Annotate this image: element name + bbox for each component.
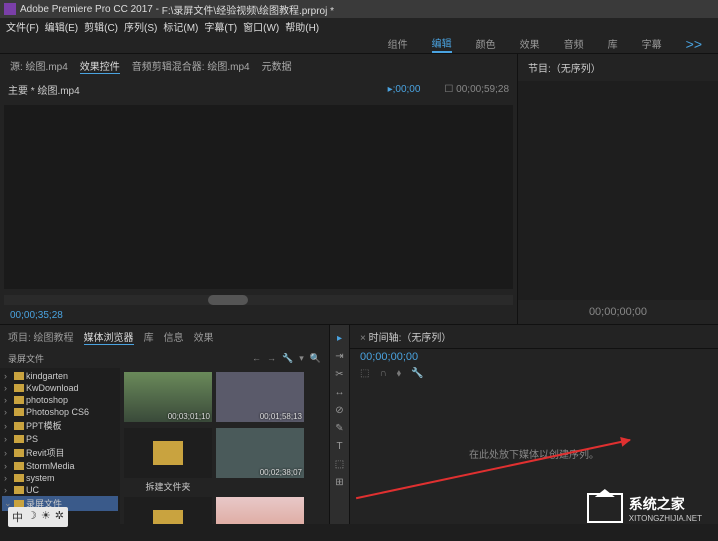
snap-icon[interactable]: ⬚ [360, 368, 369, 379]
folder-item[interactable]: ›PS [2, 433, 118, 445]
ime-bar[interactable]: 中 ☽ ☀ ✲ [8, 507, 68, 527]
media-thumb-folder[interactable]: 经验视频 [124, 497, 212, 524]
link-icon[interactable]: ∩ [379, 368, 386, 379]
folder-item[interactable]: ›Photoshop CS6 [2, 406, 118, 418]
media-thumb[interactable]: 00;03;01;10 [124, 372, 212, 424]
folder-item[interactable]: ›Revit项目 [2, 445, 118, 460]
ws-tab-assembly[interactable]: 组件 [388, 36, 408, 51]
ws-tab-audio[interactable]: 音频 [564, 36, 584, 51]
track-select-tool[interactable]: ⇥ [333, 349, 347, 363]
menu-title[interactable]: 字幕(T) [204, 19, 237, 34]
pen-tool[interactable]: T [333, 439, 347, 453]
project-toolbar: 录屏文件 ← → 🔧 ▾ 🔍 [0, 349, 329, 368]
project-panel: 项目: 绘图教程 媒体浏览器 库 信息 效果 录屏文件 ← → 🔧 ▾ 🔍 ›k… [0, 325, 330, 524]
filter-icon[interactable]: ▾ [299, 353, 304, 364]
scrollbar-horizontal[interactable] [4, 295, 513, 305]
program-title: 节目:（无序列） [518, 54, 718, 81]
back-icon[interactable]: ← [252, 353, 261, 364]
watermark-title: 系统之家 [629, 496, 685, 512]
watermark-icon [587, 493, 623, 523]
marker-icon[interactable]: ⬧ [397, 368, 402, 379]
program-timecode: 00;00;00;00 [518, 300, 718, 324]
titlebar: Adobe Premiere Pro CC 2017 - F:\录屏文件\经验视… [0, 0, 718, 18]
media-thumb-folder[interactable]: 拆建文件夹 [124, 428, 212, 493]
ime-sun-icon[interactable]: ☀ [41, 509, 51, 525]
titlebar-app: Adobe Premiere Pro CC 2017 [20, 4, 153, 15]
ws-tab-effects[interactable]: 效果 [520, 36, 540, 51]
tab-fx[interactable]: 效果 [194, 329, 214, 345]
selection-tool[interactable]: ▸ [333, 331, 347, 345]
watermark-sub: XITONGZHIJIA.NET [629, 514, 702, 523]
ws-tab-titles[interactable]: 字幕 [642, 36, 662, 51]
tab-audio-mixer[interactable]: 音频剪辑混合器: 绘图.mp4 [132, 58, 250, 74]
timeline-timecode: 00;00;00;00 [350, 349, 718, 365]
wrench-icon[interactable]: 🔧 [411, 368, 423, 379]
folder-item[interactable]: ›kindgarten [2, 370, 118, 382]
ripple-tool[interactable]: ✂ [333, 367, 347, 381]
breadcrumb[interactable]: 录屏文件 [8, 352, 44, 365]
ws-more[interactable]: >> [686, 36, 702, 52]
menu-window[interactable]: 窗口(W) [243, 19, 279, 34]
workspace-tabs: 组件 编辑 颜色 效果 音频 库 字幕 >> [0, 34, 718, 54]
source-header: 主要 * 绘图.mp4 ▸;00;00 ☐ 00;00;59;28 [0, 78, 517, 101]
thumbnail-grid: 00;03;01;10 00;01;58;13 拆建文件夹 00;02;38;0… [120, 368, 329, 524]
search-icon[interactable]: 🔍 [310, 353, 321, 364]
program-panel: 节目:（无序列） 00;00;00;00 [518, 54, 718, 324]
folder-item[interactable]: ›UC [2, 484, 118, 496]
menu-file[interactable]: 文件(F) [6, 19, 39, 34]
ruler-start: ▸;00;00 [388, 84, 421, 95]
timeline-title: 时间轴:（无序列） [369, 333, 452, 344]
program-monitor[interactable] [518, 81, 718, 300]
fwd-icon[interactable]: → [267, 353, 276, 364]
ws-tab-editing[interactable]: 编辑 [432, 35, 452, 53]
menu-clip[interactable]: 剪辑(C) [84, 19, 118, 34]
folder-item[interactable]: ›photoshop [2, 394, 118, 406]
zoom-tool[interactable]: ⊞ [333, 475, 347, 489]
tab-project[interactable]: 项目: 绘图教程 [8, 329, 74, 345]
tools-panel: ▸ ⇥ ✂ ↔ ⊘ ✎ T ⬚ ⊞ [330, 325, 350, 524]
media-thumb[interactable]: 00;01;32;14 [216, 497, 304, 524]
folder-tree[interactable]: ›kindgarten ›KwDownload ›photoshop ›Phot… [0, 368, 120, 524]
effect-controls-body[interactable] [4, 105, 513, 289]
folder-item[interactable]: ›StormMedia [2, 460, 118, 472]
ws-tab-library[interactable]: 库 [608, 36, 618, 51]
ime-gear-icon[interactable]: ✲ [55, 509, 64, 525]
tab-media-browser[interactable]: 媒体浏览器 [84, 329, 134, 345]
source-panel: 源: 绘图.mp4 效果控件 音频剪辑混合器: 绘图.mp4 元数据 主要 * … [0, 54, 518, 324]
menu-edit[interactable]: 编辑(E) [45, 19, 78, 34]
ime-ch[interactable]: 中 [12, 509, 23, 525]
timeline-toolbar: ⬚ ∩ ⬧ 🔧 [350, 365, 718, 382]
titlebar-path: F:\录屏文件\经验视频\绘图教程.prproj * [162, 2, 334, 17]
hand-tool[interactable]: ⬚ [333, 457, 347, 471]
project-tabs: 项目: 绘图教程 媒体浏览器 库 信息 效果 [0, 325, 329, 349]
app-icon [4, 3, 16, 15]
media-thumb[interactable]: 00;01;58;13 [216, 372, 304, 424]
menubar: 文件(F) 编辑(E) 剪辑(C) 序列(S) 标记(M) 字幕(T) 窗口(W… [0, 18, 718, 34]
folder-item[interactable]: ›PPT模板 [2, 418, 118, 433]
tab-effect-controls[interactable]: 效果控件 [80, 58, 120, 74]
menu-sequence[interactable]: 序列(S) [124, 19, 157, 34]
source-tabs: 源: 绘图.mp4 效果控件 音频剪辑混合器: 绘图.mp4 元数据 [0, 54, 517, 78]
tab-source[interactable]: 源: 绘图.mp4 [10, 58, 68, 74]
rate-tool[interactable]: ↔ [333, 385, 347, 399]
menu-help[interactable]: 帮助(H) [285, 19, 319, 34]
folder-item[interactable]: ›system [2, 472, 118, 484]
source-clip-name: 主要 * 绘图.mp4 [8, 82, 80, 97]
watermark: 系统之家 XITONGZHIJIA.NET [587, 493, 702, 523]
razor-tool[interactable]: ⊘ [333, 403, 347, 417]
tab-info[interactable]: 信息 [164, 329, 184, 345]
ime-moon-icon[interactable]: ☽ [27, 509, 37, 525]
menu-marker[interactable]: 标记(M) [163, 19, 198, 34]
media-thumb[interactable]: 00;02;38;07 [216, 428, 304, 493]
source-timecode: 00;00;35;28 [0, 307, 517, 324]
tab-metadata[interactable]: 元数据 [262, 58, 292, 74]
folder-item[interactable]: ›KwDownload [2, 382, 118, 394]
tab-library[interactable]: 库 [144, 329, 154, 345]
wrench-icon[interactable]: 🔧 [282, 353, 293, 364]
ws-tab-color[interactable]: 颜色 [476, 36, 496, 51]
slip-tool[interactable]: ✎ [333, 421, 347, 435]
